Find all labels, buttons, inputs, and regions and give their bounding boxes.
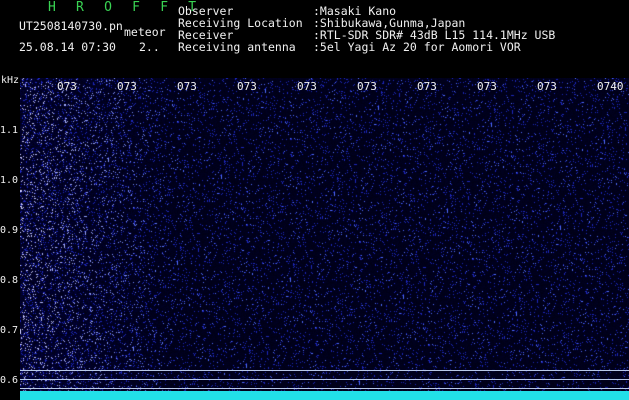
x-tick-4: 073 bbox=[237, 80, 257, 93]
x-tick-6: 073 bbox=[357, 80, 377, 93]
x-tick-3: 073 bbox=[177, 80, 197, 93]
y-tick-1-0: 1.0 bbox=[0, 175, 19, 186]
y-axis-unit: kHz bbox=[1, 75, 20, 86]
x-tick-7: 073 bbox=[417, 80, 437, 93]
antenna-value: :5el Yagi Az 20 for Aomori VOR bbox=[313, 40, 521, 54]
y-tick-0-6: 0.6 bbox=[0, 375, 19, 386]
count-label: 2.. bbox=[139, 40, 160, 54]
x-tick-2: 073 bbox=[117, 80, 137, 93]
y-tick-1-1: 1.1 bbox=[0, 125, 19, 136]
signal-band bbox=[20, 391, 629, 400]
y-tick-0-8: 0.8 bbox=[0, 275, 19, 286]
x-tick-9: 073 bbox=[537, 80, 557, 93]
x-tick-10: 0740 bbox=[597, 80, 624, 93]
reference-line-middle bbox=[20, 379, 629, 380]
antenna-label: Receiving antenna bbox=[178, 40, 296, 54]
datetime-label: 25.08.14 07:30 bbox=[19, 40, 116, 54]
reference-line-upper bbox=[20, 370, 629, 371]
x-tick-5: 073 bbox=[297, 80, 317, 93]
spectrogram-canvas bbox=[20, 78, 629, 400]
x-tick-8: 073 bbox=[477, 80, 497, 93]
y-tick-0-7: 0.7 bbox=[0, 325, 19, 336]
reference-line-lower bbox=[20, 388, 629, 389]
filename-label: UT2508140730.pn bbox=[19, 19, 123, 33]
meteor-label: meteor bbox=[124, 25, 166, 39]
x-tick-1: 073 bbox=[57, 80, 77, 93]
y-tick-0-9: 0.9 bbox=[0, 225, 19, 236]
